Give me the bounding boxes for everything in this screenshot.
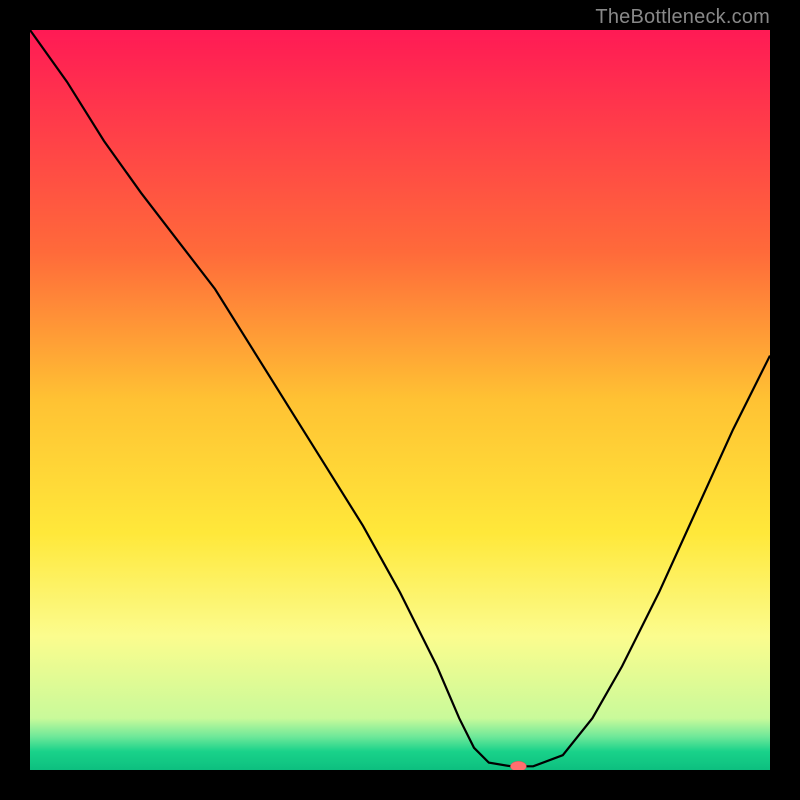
gradient-background <box>30 30 770 770</box>
optimal-point-marker <box>510 761 526 770</box>
chart-svg <box>30 30 770 770</box>
plot-area <box>30 30 770 770</box>
chart-frame: TheBottleneck.com <box>0 0 800 800</box>
watermark-text: TheBottleneck.com <box>595 6 770 29</box>
